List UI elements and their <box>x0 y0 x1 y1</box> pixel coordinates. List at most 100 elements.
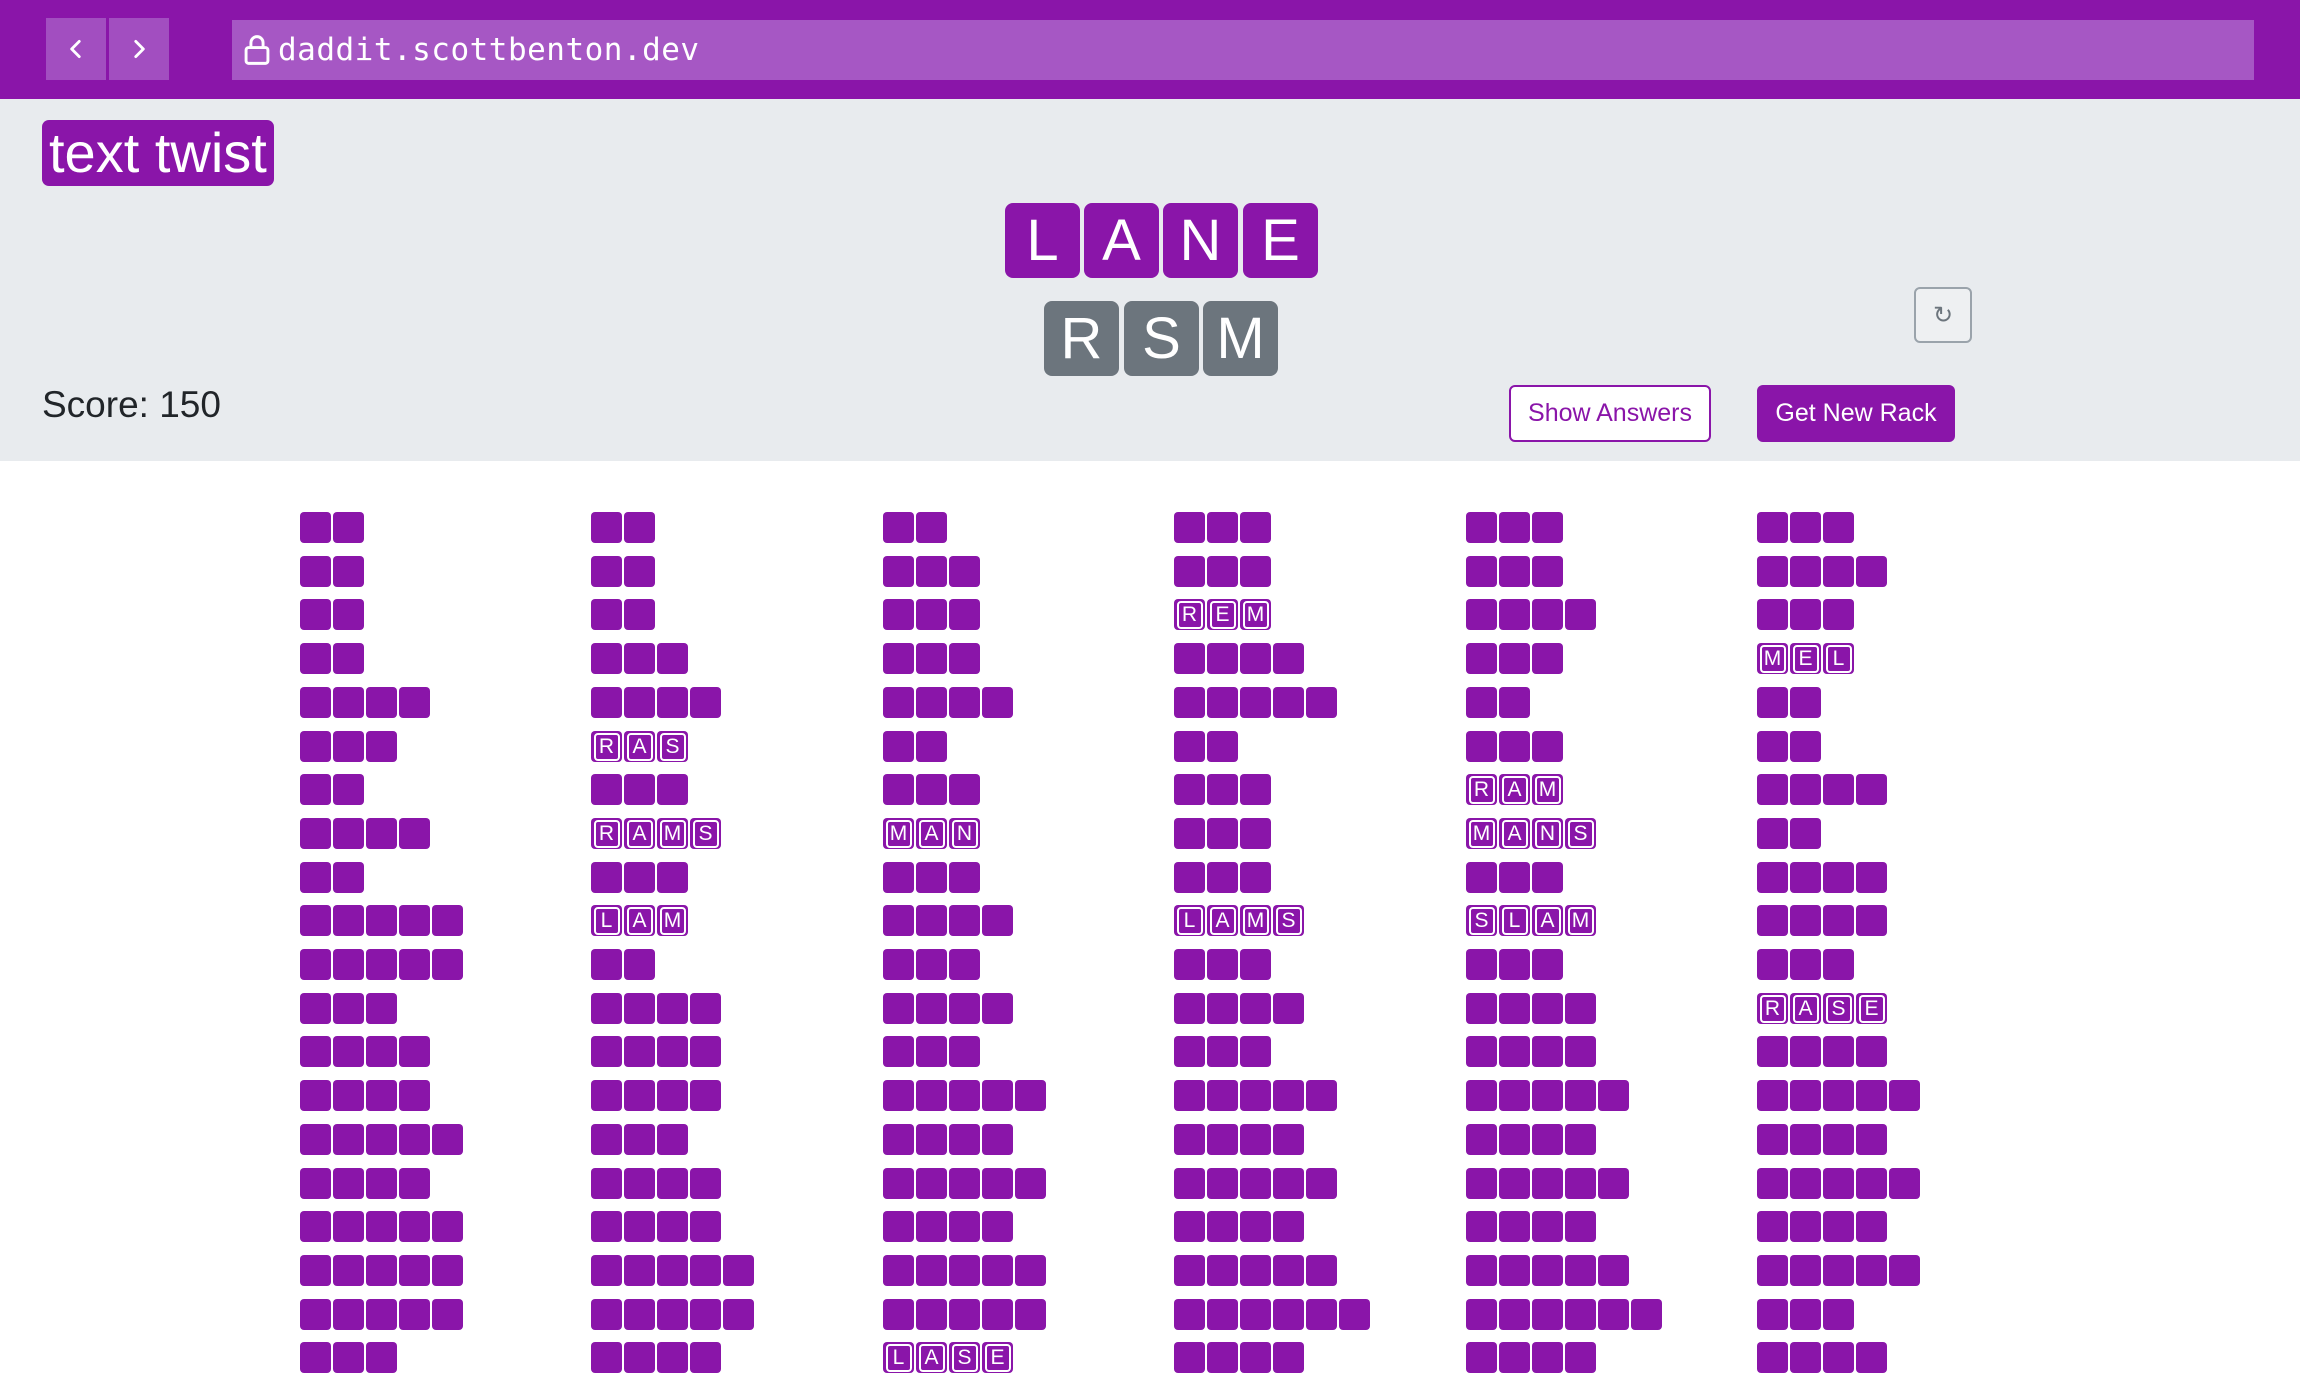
letter-slot <box>399 687 430 718</box>
letter-slot <box>1598 1299 1629 1330</box>
letter-slot <box>1466 1124 1497 1155</box>
letter-slot <box>1174 643 1205 674</box>
letter-slot <box>1790 774 1821 805</box>
forward-button[interactable] <box>109 18 169 80</box>
letter-slot <box>883 512 914 543</box>
letter-slot <box>982 1299 1013 1330</box>
word-letter: M <box>1532 774 1563 805</box>
back-button[interactable] <box>46 18 106 80</box>
letter-slot <box>300 949 331 980</box>
letter-slot <box>1532 556 1563 587</box>
word-letter: N <box>949 818 980 849</box>
letter-slot <box>916 949 947 980</box>
letter-slot <box>333 862 364 893</box>
letter-slot <box>1466 1255 1497 1286</box>
letter-slot <box>1499 1168 1530 1199</box>
letter-slot <box>1823 862 1854 893</box>
letter-slot <box>1757 556 1788 587</box>
letter-slot <box>1823 1255 1854 1286</box>
letter-slot <box>333 1255 364 1286</box>
letter-slot <box>591 643 622 674</box>
letter-slot <box>591 993 622 1024</box>
letter-slot <box>690 1080 721 1111</box>
letter-slot <box>1790 1080 1821 1111</box>
letter-slot <box>1790 905 1821 936</box>
letter-slot <box>883 643 914 674</box>
letter-slot <box>1466 1168 1497 1199</box>
letter-slot <box>657 643 688 674</box>
letter-slot <box>591 512 622 543</box>
letter-slot <box>624 687 655 718</box>
url-bar[interactable]: daddit.scottbenton.dev <box>232 20 2254 80</box>
letter-slot <box>1823 556 1854 587</box>
letter-slot <box>624 1124 655 1155</box>
letter-slot <box>1273 687 1304 718</box>
letter-slot <box>366 1255 397 1286</box>
letter-slot <box>1240 687 1271 718</box>
letter-slot <box>1790 1036 1821 1067</box>
letter-slot <box>1466 862 1497 893</box>
letter-slot <box>1532 1036 1563 1067</box>
letter-slot <box>1174 1342 1205 1373</box>
letter-slot <box>1757 1080 1788 1111</box>
letter-slot <box>1174 862 1205 893</box>
letter-slot <box>300 1255 331 1286</box>
show-answers-button[interactable]: Show Answers <box>1509 385 1711 442</box>
word-letter: S <box>690 818 721 849</box>
app-title[interactable]: text twist <box>42 120 274 186</box>
letter-slot <box>300 643 331 674</box>
letter-slot <box>1273 1299 1304 1330</box>
word-letter: A <box>624 818 655 849</box>
rack-tile-used[interactable]: N <box>1163 203 1238 278</box>
letter-slot <box>300 1036 331 1067</box>
letter-slot <box>949 1036 980 1067</box>
letter-slot <box>1174 1255 1205 1286</box>
letter-slot <box>366 1124 397 1155</box>
letter-slot <box>657 1124 688 1155</box>
letter-slot <box>1757 949 1788 980</box>
letter-slot <box>300 1080 331 1111</box>
letter-slot <box>1466 512 1497 543</box>
letter-slot <box>1466 599 1497 630</box>
rack-tile-used[interactable]: E <box>1243 203 1318 278</box>
letter-slot <box>366 687 397 718</box>
get-new-rack-button[interactable]: Get New Rack <box>1757 385 1955 442</box>
letter-slot <box>1273 1168 1304 1199</box>
letter-slot <box>1174 1036 1205 1067</box>
letter-slot <box>1306 1299 1337 1330</box>
rack-tile-remaining[interactable]: R <box>1044 301 1119 376</box>
rack-tile-used[interactable]: L <box>1005 203 1080 278</box>
letter-slot <box>1466 1211 1497 1242</box>
rack-tile-remaining[interactable]: M <box>1203 301 1278 376</box>
letter-slot <box>1240 556 1271 587</box>
letter-slot <box>1499 1080 1530 1111</box>
rack-tile-used[interactable]: A <box>1084 203 1159 278</box>
letter-slot <box>1889 1168 1920 1199</box>
letter-slot <box>366 1080 397 1111</box>
letter-slot <box>1174 818 1205 849</box>
letter-slot <box>366 818 397 849</box>
word-letter: S <box>1823 993 1854 1024</box>
letter-slot <box>883 1211 914 1242</box>
letter-slot <box>723 1255 754 1286</box>
letter-slot <box>591 862 622 893</box>
letter-slot <box>300 599 331 630</box>
letter-slot <box>300 687 331 718</box>
letter-slot <box>1823 599 1854 630</box>
letter-slot <box>1207 1342 1238 1373</box>
letter-slot <box>1466 1342 1497 1373</box>
word-letter: L <box>591 905 622 936</box>
letter-slot <box>399 1036 430 1067</box>
word-letter: S <box>657 731 688 762</box>
letter-slot <box>982 993 1013 1024</box>
word-letter: R <box>591 818 622 849</box>
letter-slot <box>1565 1124 1596 1155</box>
word-letter: A <box>1790 993 1821 1024</box>
rack-tile-remaining[interactable]: S <box>1124 301 1199 376</box>
letter-slot <box>1240 1211 1271 1242</box>
letter-slot <box>1273 1124 1304 1155</box>
shuffle-button[interactable]: ↻ <box>1914 287 1972 343</box>
word-letter: M <box>1565 905 1596 936</box>
letter-slot <box>399 1299 430 1330</box>
letter-slot <box>1889 1080 1920 1111</box>
